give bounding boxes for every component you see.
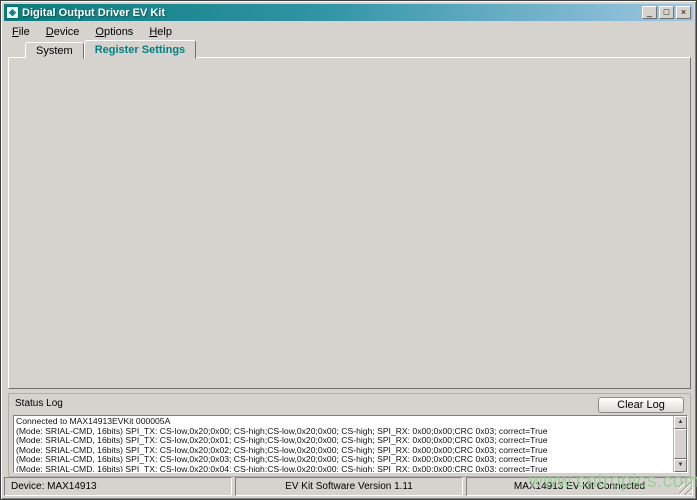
tab-page-register-settings [8, 57, 691, 389]
status-log-panel: Status Log Clear Log Connected to MAX149… [8, 393, 691, 477]
scroll-thumb[interactable] [674, 429, 687, 459]
status-log-box: Connected to MAX14913EVKit 000005A(Mode:… [13, 415, 688, 473]
menubar: FileDeviceOptionsHelp [4, 22, 693, 41]
tab-system[interactable]: System [25, 42, 84, 59]
watermark: www.cntropics.com [529, 471, 697, 493]
status-log-label: Status Log [15, 398, 63, 409]
titlebar[interactable]: ◈ Digital Output Driver EV Kit _ □ × [4, 4, 693, 21]
menu-item-options[interactable]: Options [87, 24, 141, 40]
menu-item-file[interactable]: File [4, 24, 38, 40]
maximize-icon[interactable]: □ [659, 6, 674, 19]
minimize-icon[interactable]: _ [642, 6, 657, 19]
menu-item-device[interactable]: Device [38, 24, 88, 40]
statusbar-device: Device: MAX14913 [4, 477, 232, 496]
status-log-lines: Connected to MAX14913EVKit 000005A(Mode:… [14, 416, 673, 472]
clear-log-button[interactable]: Clear Log [598, 397, 684, 413]
tab-register-settings[interactable]: Register Settings [84, 40, 196, 59]
close-icon[interactable]: × [676, 6, 691, 19]
app-icon: ◈ [6, 6, 19, 19]
statusbar-version: EV Kit Software Version 1.11 [235, 477, 463, 496]
app-window: ◈ Digital Output Driver EV Kit _ □ × Fil… [0, 0, 697, 500]
menu-item-help[interactable]: Help [141, 24, 180, 40]
tabstrip: SystemRegister Settings [25, 40, 196, 58]
scroll-up-icon[interactable]: ▲ [674, 416, 687, 429]
status-log-scrollbar[interactable]: ▲▼ [673, 416, 687, 472]
window-title: Digital Output Driver EV Kit [22, 7, 642, 19]
